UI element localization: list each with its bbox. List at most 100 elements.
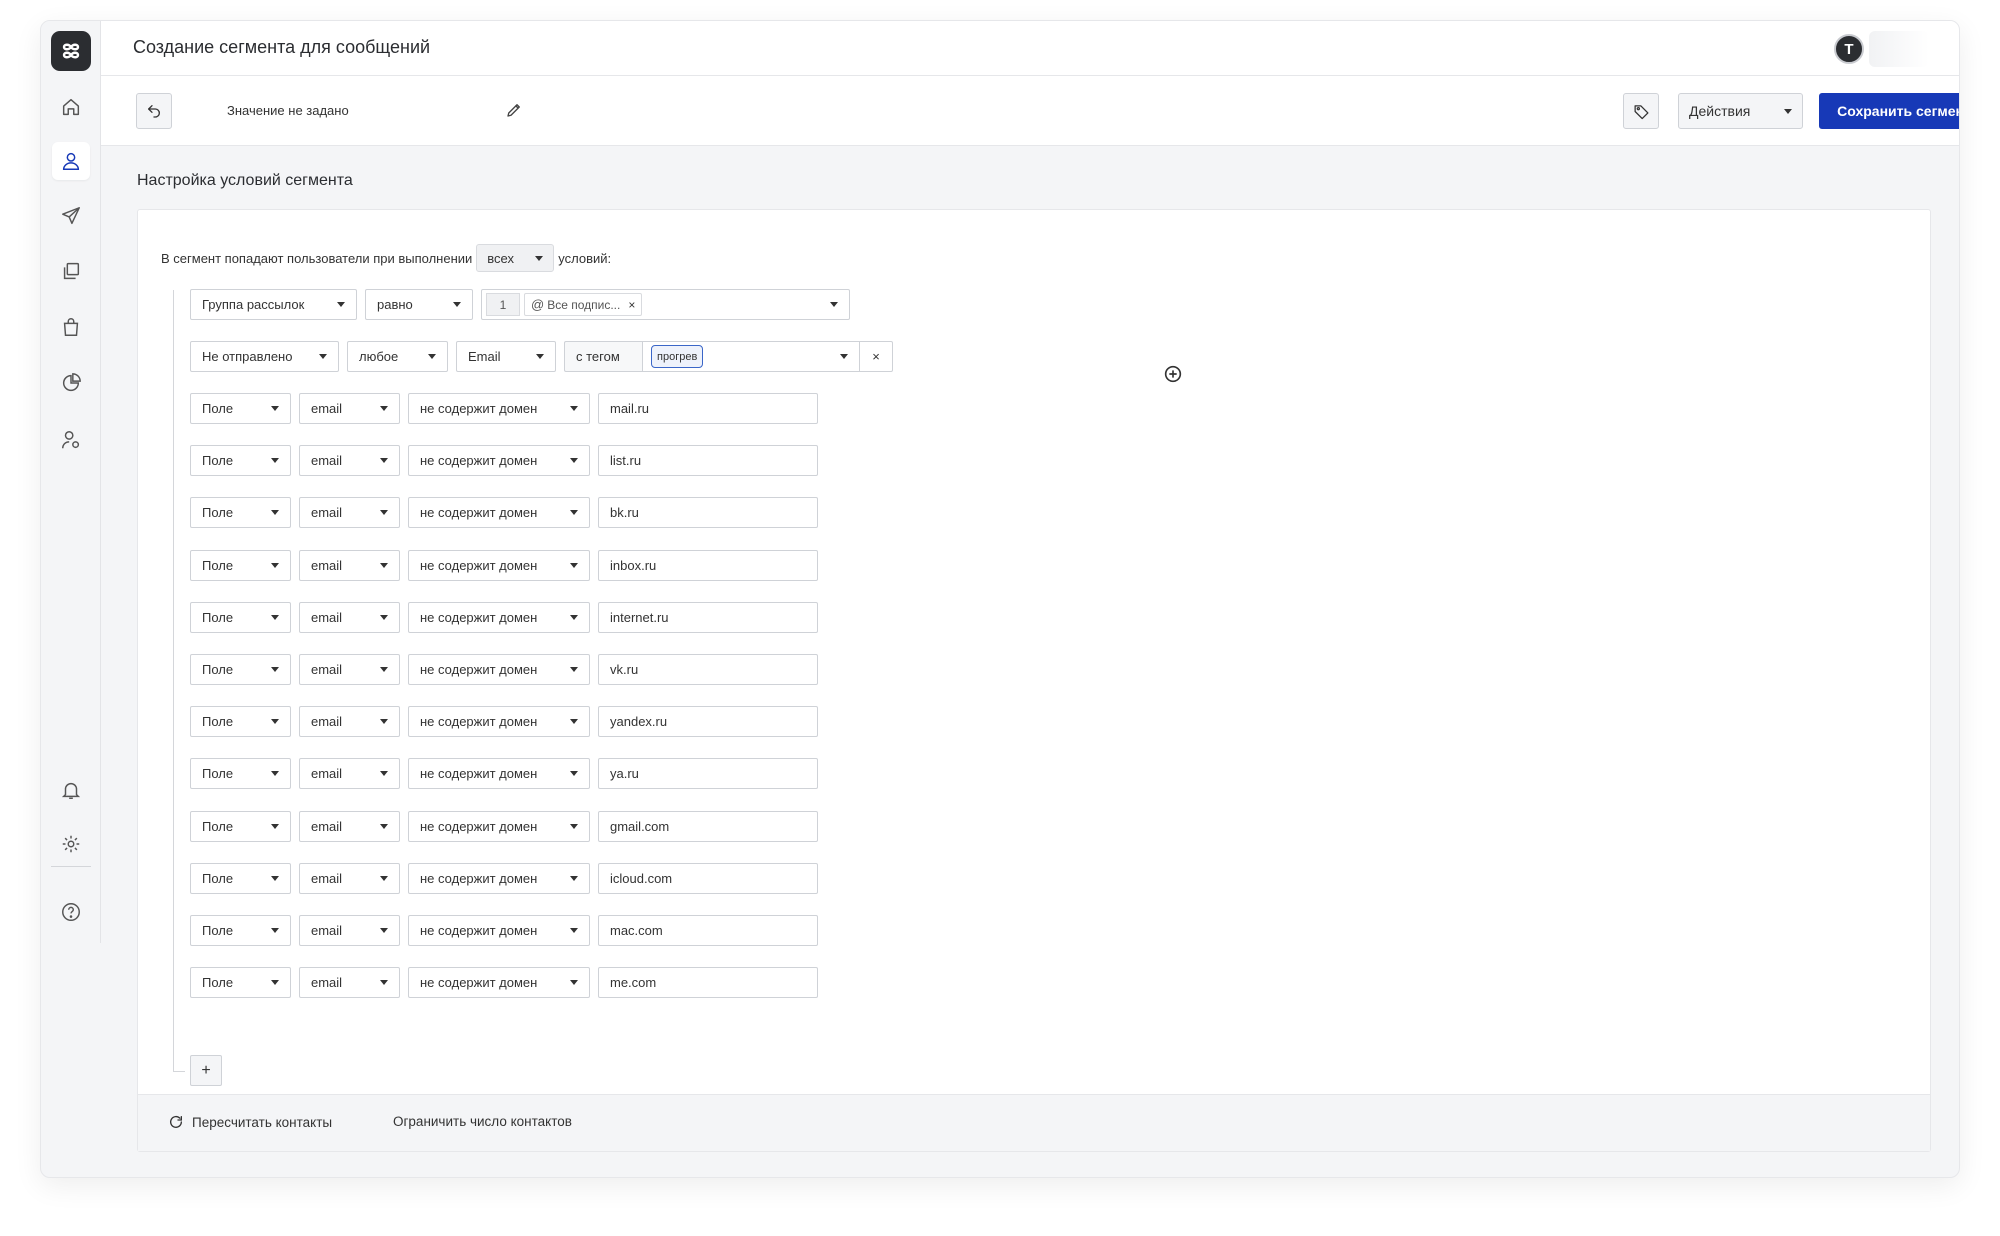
field-operator-select[interactable]: не содержит домен	[408, 758, 590, 790]
field-type-select[interactable]: Поле	[190, 706, 291, 738]
domain-input[interactable]: ya.ru	[598, 758, 818, 790]
domain-input[interactable]: mail.ru	[598, 393, 818, 424]
sidebar-item-settings[interactable]	[52, 825, 90, 863]
chevron-down-icon	[570, 562, 578, 568]
chip-remove-icon[interactable]: ×	[628, 298, 635, 312]
condition-type-select[interactable]: Группа рассылок	[190, 289, 357, 320]
recalculate-contacts-button[interactable]: Пересчитать контакты	[168, 1114, 332, 1130]
chevron-down-icon	[570, 406, 578, 411]
conditions-intro: В сегмент попадают пользователи при выпо…	[161, 244, 611, 272]
field-type-select[interactable]: Поле	[190, 497, 291, 529]
sidebar-item-analytics[interactable]	[52, 364, 90, 402]
field-name-select[interactable]: email	[299, 393, 400, 424]
field-operator-select[interactable]: не содержит домен	[408, 654, 590, 685]
field-operator-select[interactable]: не содержит домен	[408, 810, 590, 842]
field-operator-select[interactable]: не содержит домен	[408, 393, 590, 424]
field-operator-select[interactable]: не содержит домен	[408, 497, 590, 529]
domain-input[interactable]: internet.ru	[598, 601, 818, 633]
field-type-select[interactable]: Поле	[190, 601, 291, 633]
sidebar-item-notifications[interactable]	[52, 771, 90, 809]
field-operator-select[interactable]: не содержит домен	[408, 915, 590, 946]
field-type-select[interactable]: Поле	[190, 393, 291, 424]
field-name-select[interactable]: email	[299, 654, 400, 685]
scope-select[interactable]: любое	[347, 341, 448, 372]
domain-input[interactable]: list.ru	[598, 445, 818, 477]
pencil-icon[interactable]	[505, 101, 523, 119]
templates-icon	[63, 262, 80, 280]
chevron-down-icon	[840, 354, 848, 359]
field-type-select[interactable]: Поле	[190, 758, 291, 790]
sidebar-item-templates[interactable]	[52, 252, 90, 290]
sidebar-item-contacts[interactable]	[52, 142, 90, 180]
intro-suffix: условий:	[558, 250, 612, 266]
sidebar-item-shop[interactable]	[52, 308, 90, 346]
field-name-select[interactable]: email	[299, 497, 400, 529]
field-type-select[interactable]: Поле	[190, 915, 291, 946]
field-name-select[interactable]: email	[299, 810, 400, 842]
user-menu[interactable]	[1869, 31, 1929, 67]
field-name-select[interactable]: email	[299, 915, 400, 946]
domain-input[interactable]: yandex.ru	[598, 706, 818, 738]
add-condition-plus-circle-icon[interactable]	[1162, 363, 1184, 385]
field-operator-select[interactable]: не содержит домен	[408, 706, 590, 738]
field-operator-select[interactable]: не содержит домен	[408, 445, 590, 477]
chevron-down-icon	[535, 255, 544, 261]
sidebar-item-help[interactable]	[52, 893, 90, 931]
sidebar-item-user-settings[interactable]	[52, 421, 90, 459]
field-type-select[interactable]: Поле	[190, 862, 291, 894]
field-operator-select[interactable]: не содержит домен	[408, 967, 590, 999]
field-operator-select[interactable]: не содержит домен	[408, 601, 590, 633]
field-operator-select-value: не содержит домен	[420, 975, 538, 991]
back-button[interactable]	[136, 93, 172, 129]
domain-input[interactable]: icloud.com	[598, 862, 818, 894]
field-type-select[interactable]: Поле	[190, 810, 291, 842]
limit-contacts-button[interactable]: Ограничить число контактов	[393, 1114, 572, 1129]
field-name-select[interactable]: email	[299, 601, 400, 633]
tag-button[interactable]	[1623, 93, 1659, 129]
domain-input[interactable]: inbox.ru	[598, 549, 818, 581]
sidebar-item-home[interactable]	[52, 88, 90, 126]
field-name-select[interactable]: email	[299, 967, 400, 999]
at-sign-icon: @	[531, 297, 545, 312]
app-logo[interactable]	[51, 31, 91, 71]
top-bar: Создание сегмента для сообщений T	[101, 21, 1959, 76]
field-type-select[interactable]: Поле	[190, 654, 291, 685]
domain-input[interactable]: gmail.com	[598, 810, 818, 842]
field-name-select[interactable]: email	[299, 549, 400, 581]
chevron-down-icon	[380, 719, 388, 725]
field-name-select[interactable]: email	[299, 758, 400, 790]
avatar[interactable]: T	[1834, 34, 1864, 64]
match-mode-select[interactable]: всех	[476, 244, 555, 272]
field-type-select[interactable]: Поле	[190, 967, 291, 999]
clear-tag-button[interactable]: ×	[859, 341, 893, 372]
channel-select[interactable]: Email	[456, 341, 556, 372]
field-operator-select[interactable]: не содержит домен	[408, 549, 590, 581]
field-name-select[interactable]: email	[299, 445, 400, 477]
condition-type-value: Не отправлено	[202, 349, 293, 364]
field-operator-select[interactable]: не содержит домен	[408, 862, 590, 894]
field-name-select[interactable]: email	[299, 706, 400, 738]
sidebar-item-campaigns[interactable]	[52, 197, 90, 235]
condition-type-select[interactable]: Не отправлено	[190, 341, 339, 372]
domain-input[interactable]: me.com	[598, 967, 818, 999]
domain-input[interactable]: vk.ru	[598, 654, 818, 685]
field-name-select-value: email	[311, 975, 343, 991]
field-type-select[interactable]: Поле	[190, 549, 291, 581]
add-condition-button[interactable]: +	[190, 1055, 222, 1086]
domain-input[interactable]: bk.ru	[598, 497, 818, 529]
tag-select[interactable]: прогрев	[642, 341, 860, 372]
mailing-group-multiselect[interactable]: 1 @ Все подпис... ×	[481, 289, 850, 320]
gear-icon	[62, 835, 80, 853]
chevron-down-icon	[337, 302, 345, 307]
field-name-select[interactable]: email	[299, 862, 400, 894]
field-operator-select-value: не содержит домен	[420, 714, 538, 730]
scope-value: любое	[359, 349, 399, 364]
chevron-down-icon	[1784, 108, 1792, 114]
domain-input[interactable]: mac.com	[598, 915, 818, 946]
save-segment-button[interactable]: Сохранить сегмент	[1819, 93, 1959, 129]
field-type-select[interactable]: Поле	[190, 445, 291, 477]
domain-input-value: ya.ru	[610, 766, 639, 782]
actions-dropdown[interactable]: Действия	[1678, 93, 1803, 129]
operator-select[interactable]: равно	[365, 289, 473, 320]
app-window: Создание сегмента для сообщений T Значен…	[40, 20, 1960, 1178]
